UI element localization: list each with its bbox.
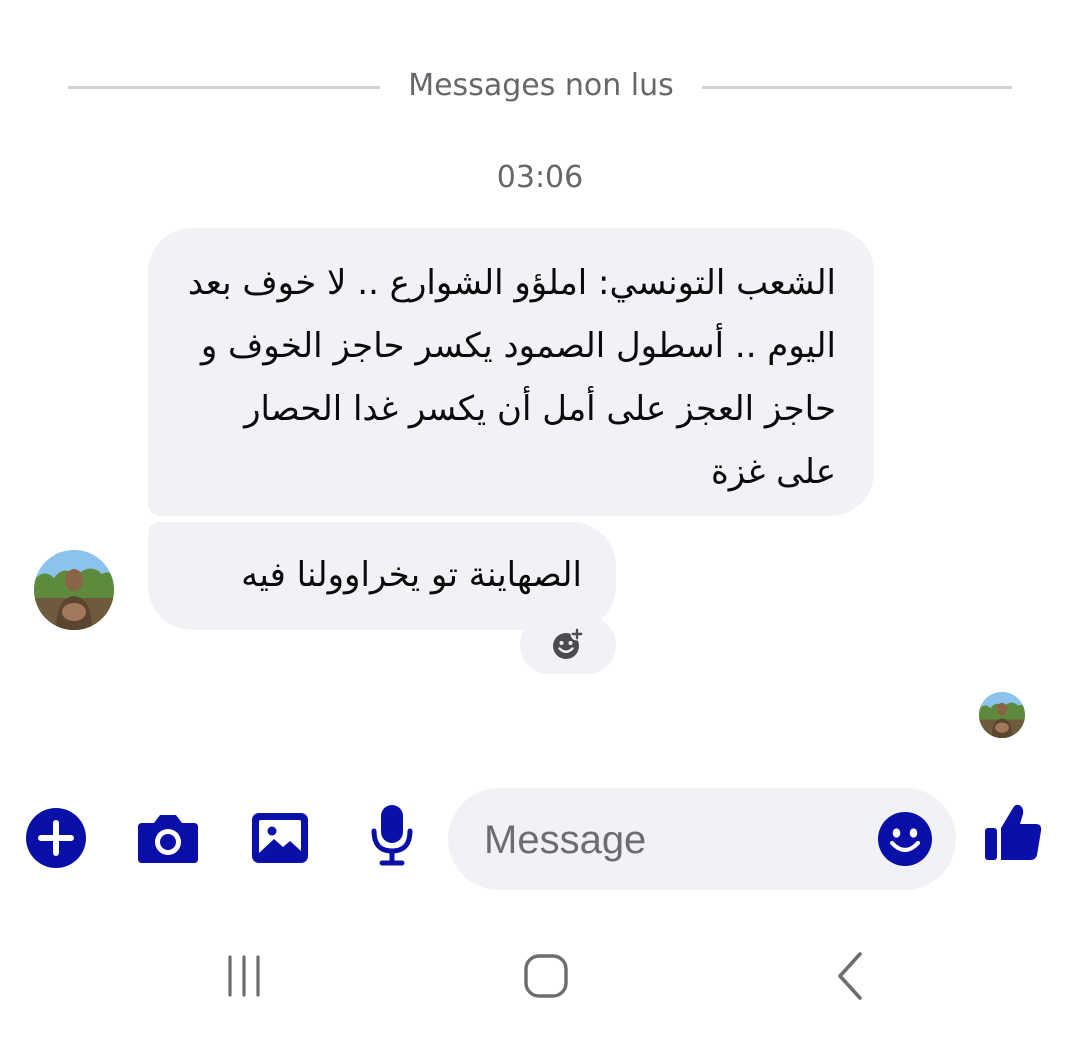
gallery-icon	[252, 813, 308, 863]
sender-avatar[interactable]	[34, 550, 114, 630]
message-bubble[interactable]: الصهاينة تو يخراوولنا فيه	[148, 522, 616, 630]
message-input[interactable]	[482, 810, 866, 870]
read-receipt-avatar	[979, 692, 1025, 738]
emoji-button[interactable]	[876, 810, 934, 868]
back-icon	[838, 952, 862, 1000]
avatar-photo	[34, 550, 114, 630]
emoji-icon	[878, 812, 932, 866]
unread-divider-line-left	[68, 86, 380, 89]
add-reaction-button[interactable]	[520, 616, 616, 674]
back-button[interactable]	[820, 946, 880, 1006]
camera-button[interactable]	[135, 806, 201, 870]
camera-icon	[138, 815, 198, 863]
thumbs-up-icon	[985, 804, 1042, 860]
gallery-button[interactable]	[249, 806, 311, 870]
more-actions-button[interactable]	[24, 806, 88, 870]
plus-icon	[26, 808, 86, 868]
add-reaction-icon	[553, 628, 584, 659]
unread-divider-label: Messages non lus	[408, 68, 674, 103]
voice-message-button[interactable]	[366, 800, 418, 870]
recents-button[interactable]	[214, 946, 274, 1006]
avatar-photo	[979, 692, 1025, 738]
unread-divider-line-right	[702, 86, 1012, 89]
message-field[interactable]	[448, 788, 956, 890]
recents-icon	[228, 955, 260, 997]
home-icon	[524, 954, 568, 998]
home-button[interactable]	[516, 946, 576, 1006]
message-bubble[interactable]: الشعب التونسي: املؤو الشوارع .. لا خوف ب…	[148, 228, 874, 516]
like-button[interactable]	[982, 800, 1044, 866]
message-timestamp: 03:06	[496, 160, 584, 195]
microphone-icon	[371, 805, 413, 866]
chat-screen: Messages non lus 03:06 الشعب التونسي: ام…	[0, 0, 1080, 1042]
